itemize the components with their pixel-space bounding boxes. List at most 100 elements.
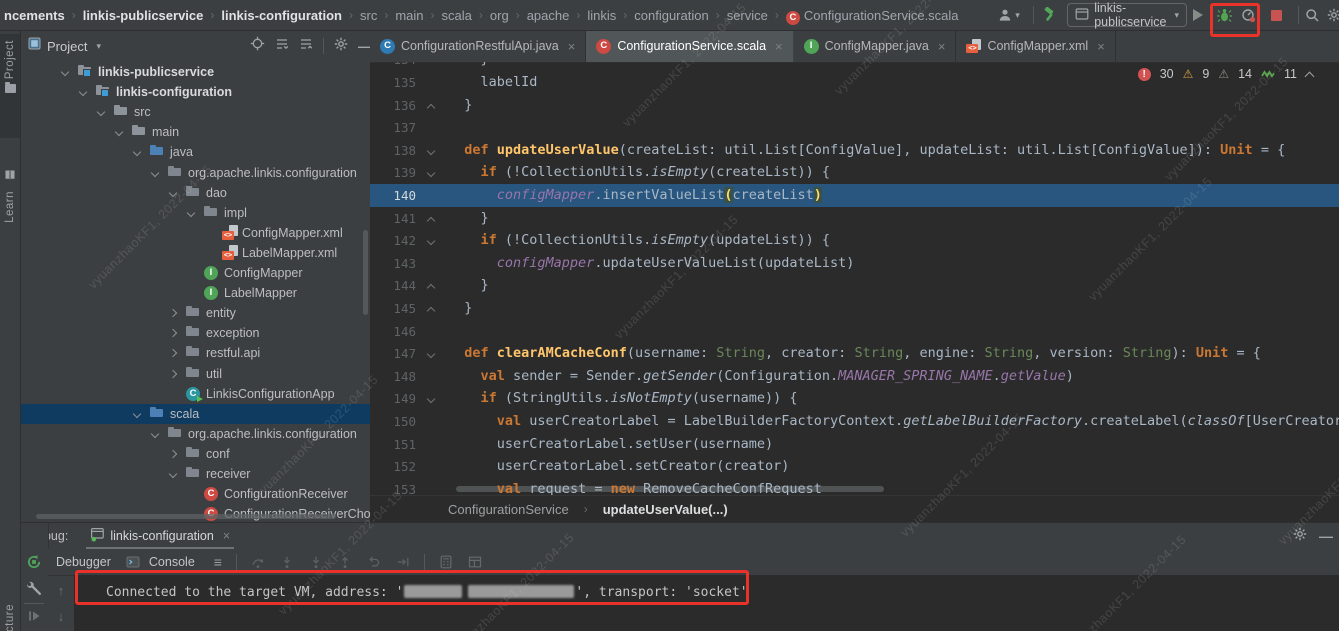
tree-row[interactable]: ILabelMapper [20, 283, 370, 303]
breadcrumb-item[interactable]: service [727, 8, 768, 23]
gear-icon[interactable] [334, 37, 348, 56]
tree-chevron-icon[interactable] [61, 68, 69, 76]
resume-button[interactable] [20, 609, 48, 623]
tree-row[interactable]: entity [20, 303, 370, 323]
code-line[interactable]: 137 [370, 116, 1339, 139]
run-config-select[interactable]: linkis-publicservice ▾ [1067, 3, 1187, 27]
console-output[interactable]: Connected to the target VM, address: '',… [74, 575, 1339, 631]
tool-button-learn[interactable]: Learn [0, 162, 20, 254]
tab-console[interactable]: Console [147, 555, 203, 569]
code-line[interactable]: 147 def clearAMCacheConf(username: Strin… [370, 342, 1339, 365]
step-into-button[interactable] [276, 551, 298, 573]
inspections-widget[interactable]: ! 30 ⚠ 9 ⚠ 14 11 [1138, 67, 1313, 81]
step-over-button[interactable] [247, 551, 269, 573]
tree-row[interactable]: util [20, 364, 370, 384]
tree-chevron-icon[interactable] [133, 409, 141, 417]
breadcrumb-item[interactable]: main [395, 8, 423, 23]
evaluate-expression-button[interactable] [435, 551, 457, 573]
editor-tab[interactable]: <>ConfigMapper.xml× [956, 30, 1115, 62]
tree-row[interactable]: java [20, 142, 370, 162]
tree-row[interactable]: scala [20, 404, 370, 424]
breadcrumb-item[interactable]: linkis-configuration [221, 8, 342, 23]
tree-chevron-icon[interactable] [169, 470, 177, 478]
wrench-settings-icon[interactable] [20, 581, 48, 596]
editor-tab[interactable]: CConfigurationService.scala× [586, 30, 793, 62]
tree-chevron-icon[interactable] [169, 329, 177, 337]
build-hammer-icon[interactable] [1036, 0, 1062, 30]
debug-button[interactable] [1211, 0, 1237, 30]
menu-icon[interactable]: ≡ [210, 554, 226, 570]
layout-settings-icon[interactable] [464, 551, 486, 573]
run-button[interactable] [1185, 0, 1211, 30]
expand-all-icon[interactable] [275, 37, 289, 56]
code-line[interactable]: 150 val userCreatorLabel = LabelBuilderF… [370, 410, 1339, 433]
user-icon[interactable]: ▾ [996, 0, 1022, 30]
fold-marker-icon[interactable] [427, 147, 435, 155]
tree-row[interactable]: linkis-publicservice [20, 62, 370, 82]
close-icon[interactable]: × [938, 39, 946, 54]
tree-row[interactable]: impl [20, 203, 370, 223]
close-icon[interactable]: × [775, 39, 783, 54]
tree-vertical-scrollbar[interactable] [363, 230, 368, 315]
tree-row[interactable]: linkis-configuration [20, 82, 370, 102]
tree-row[interactable]: src [20, 102, 370, 122]
tree-row[interactable]: CLinkisConfigurationApp [20, 384, 370, 404]
breadcrumb-method[interactable]: updateUserValue(...) [603, 502, 728, 517]
tree-chevron-icon[interactable] [169, 188, 177, 196]
fold-marker-icon[interactable] [427, 395, 435, 403]
tree-chevron-icon[interactable] [169, 309, 177, 317]
code-line[interactable]: 142 if (!CollectionUtils.isEmpty(updateL… [370, 229, 1339, 252]
breadcrumb-item[interactable]: configuration [634, 8, 708, 23]
tree-chevron-icon[interactable] [115, 128, 123, 136]
tree-row[interactable]: conf [20, 444, 370, 464]
collapse-all-icon[interactable] [299, 37, 313, 56]
tree-horizontal-scrollbar[interactable] [36, 514, 336, 519]
code-line[interactable]: 139 if (!CollectionUtils.isEmpty(createL… [370, 161, 1339, 184]
locate-file-icon[interactable] [250, 36, 265, 56]
code-line[interactable]: 138 def updateUserValue(createList: util… [370, 139, 1339, 162]
code-line[interactable]: 151 userCreatorLabel.setUser(username) [370, 433, 1339, 456]
code-line[interactable]: 148 val sender = Sender.getSender(Config… [370, 365, 1339, 388]
profiler-icon[interactable] [1235, 0, 1261, 30]
code-line[interactable]: 145 } [370, 297, 1339, 320]
code-line[interactable]: 136 } [370, 94, 1339, 117]
tree-row[interactable]: restful.api [20, 343, 370, 363]
tree-chevron-icon[interactable] [151, 430, 159, 438]
tree-chevron-icon[interactable] [187, 208, 195, 216]
code-line[interactable]: 143 configMapper.updateUserValueList(upd… [370, 252, 1339, 275]
fold-marker-icon[interactable] [427, 284, 435, 292]
tree-row[interactable]: <>LabelMapper.xml [20, 243, 370, 263]
breadcrumb-class[interactable]: ConfigurationService [448, 502, 569, 517]
fold-marker-icon[interactable] [427, 169, 435, 177]
editor-tab[interactable]: CConfigurationRestfulApi.java× [370, 30, 586, 62]
close-icon[interactable]: × [223, 529, 230, 543]
tool-button-structure[interactable]: Structure [0, 598, 20, 631]
tree-row[interactable]: dao [20, 183, 370, 203]
code-line[interactable]: 149 if (StringUtils.isNotEmpty(username)… [370, 387, 1339, 410]
tab-debugger[interactable]: Debugger [48, 555, 119, 569]
tree-row[interactable]: exception [20, 323, 370, 343]
gear-icon[interactable] [1293, 527, 1307, 546]
stop-button[interactable] [1263, 0, 1289, 30]
tree-row[interactable]: receiver [20, 464, 370, 484]
tree-chevron-icon[interactable] [151, 168, 159, 176]
tree-row[interactable]: <>ConfigMapper.xml [20, 223, 370, 243]
tree-chevron-icon[interactable] [79, 88, 87, 96]
debug-session-tab[interactable]: linkis-configuration × [86, 523, 234, 549]
breadcrumb-item[interactable]: scala [442, 8, 472, 23]
close-icon[interactable]: × [568, 39, 576, 54]
fold-marker-icon[interactable] [427, 104, 435, 112]
tree-row[interactable]: main [20, 122, 370, 142]
drop-frame-button[interactable] [363, 551, 385, 573]
code-line[interactable]: 140 configMapper.insertValueList(createL… [370, 184, 1339, 207]
tree-row[interactable]: org.apache.linkis.configuration [20, 163, 370, 183]
breadcrumb-item[interactable]: linkis-publicservice [83, 8, 204, 23]
tree-chevron-icon[interactable] [97, 108, 105, 116]
tree-chevron-icon[interactable] [169, 450, 177, 458]
code-line[interactable]: 153 val request = new RemoveCacheConfReq… [370, 478, 1339, 496]
arrow-down-icon[interactable]: ↓ [48, 609, 74, 624]
tree-row[interactable]: org.apache.linkis.configuration [20, 424, 370, 444]
tool-button-project[interactable]: Project [0, 34, 20, 138]
breadcrumb-item[interactable]: ConfigurationService.scala [804, 8, 959, 23]
fold-marker-icon[interactable] [427, 350, 435, 358]
